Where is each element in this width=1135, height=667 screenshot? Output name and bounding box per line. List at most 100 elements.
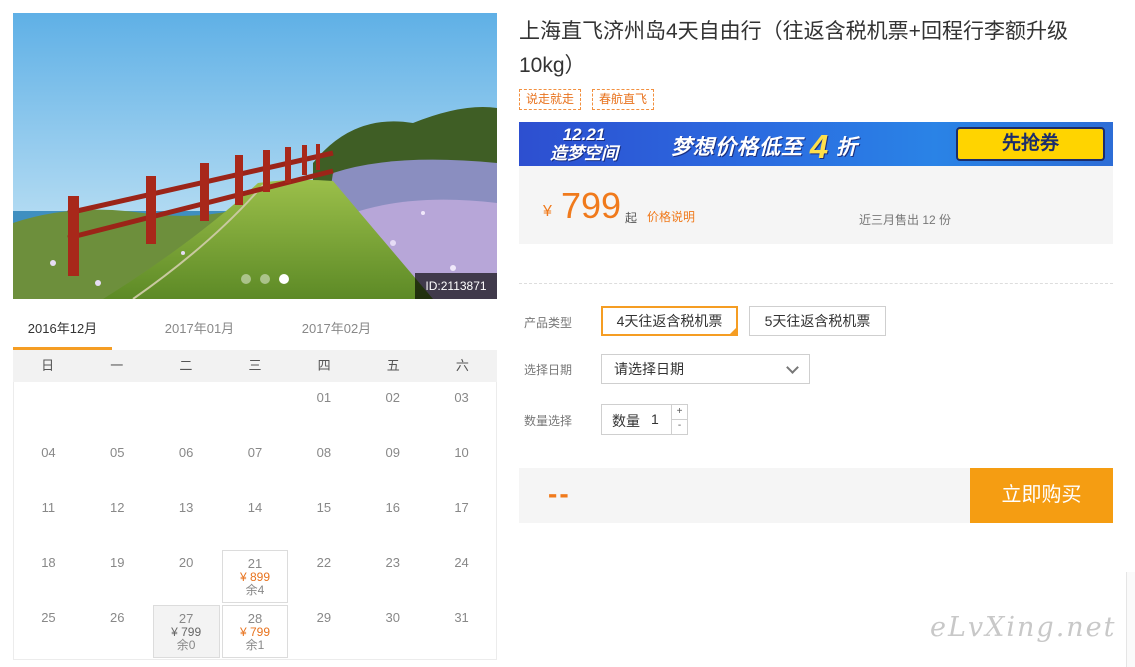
calendar-day-number: 07	[247, 445, 263, 460]
tab-month-3[interactable]: 2017年02月	[287, 312, 386, 350]
calendar-day-number: 29	[316, 610, 332, 625]
grab-coupon-button[interactable]: 先抢券	[956, 127, 1105, 161]
calendar-day-content: 03	[428, 385, 495, 438]
slide-dot-1[interactable]	[241, 274, 251, 284]
calendar-day-stock: 余0	[176, 638, 196, 652]
quantity-value[interactable]: 1	[651, 411, 659, 427]
calendar-day: 06	[152, 439, 221, 494]
calendar-day-content: 14	[222, 495, 289, 548]
product-tag: 说走就走	[519, 89, 582, 110]
currency-symbol: ¥	[543, 203, 552, 220]
product-type-text: 4天往返含税机票	[616, 313, 723, 329]
calendar-day: 20	[152, 549, 221, 604]
calendar-day-content: 25	[15, 605, 82, 658]
date-select[interactable]: 请选择日期	[601, 354, 810, 384]
promo-banner[interactable]: 12.21 造梦空间 梦想价格低至 4 折 先抢券	[519, 122, 1113, 166]
calendar-day-content: 06	[153, 440, 220, 493]
site-watermark: eLvXing.net	[930, 612, 1117, 643]
calendar-day: 11	[14, 494, 83, 549]
calendar-day: 27 ¥ 799 余0	[152, 604, 221, 659]
weekday-label: 日	[41, 358, 55, 373]
calendar-grid: 01 02 03 04 05 06 07 08 09 10 11 12 13 14 15 16 17 18 19 20…	[13, 382, 497, 660]
calendar-day-number: 03	[454, 390, 469, 405]
quantity-decrease-button[interactable]: -	[671, 419, 687, 434]
calendar-day-number: 27	[178, 611, 194, 626]
banner-slogan: 梦想价格低至 4 折	[671, 128, 858, 166]
calendar-day[interactable]: 21 ¥ 899 余4	[221, 549, 290, 604]
calendar-day: 15	[289, 494, 358, 549]
calendar-day: 01	[289, 384, 358, 439]
purchase-bar: -- 立即购买	[519, 468, 1113, 523]
product-type-text: 5天往返含税机票	[764, 313, 871, 329]
calendar-day-content: 26	[84, 605, 151, 658]
banner-slogan-suffix: 折	[836, 136, 859, 159]
calendar-day-number: 15	[316, 500, 332, 515]
calendar-day: 17	[427, 494, 496, 549]
calendar-day-number: 14	[247, 500, 263, 515]
calendar-day-number: 08	[316, 445, 332, 460]
side-panel-edge	[1126, 572, 1135, 667]
calendar-day: 09	[358, 439, 427, 494]
calendar-day-number: 19	[110, 555, 125, 570]
calendar-empty-cell	[83, 384, 152, 439]
calendar-month-tabs: 2016年12月 2017年01月 2017年02月	[13, 312, 497, 350]
calendar-day: 19	[83, 549, 152, 604]
calendar-day-content: 09	[359, 440, 426, 493]
calendar-day-number: 22	[316, 555, 332, 570]
calendar-day: 23	[358, 549, 427, 604]
calendar-day-number: 24	[454, 555, 469, 570]
tab-month-1[interactable]: 2016年12月	[13, 312, 112, 350]
calendar-day-number: 21	[247, 556, 263, 571]
calendar-day-number: 10	[454, 445, 469, 460]
product-title: 上海直飞济州岛4天自由行（往返含税机票+回程行李额升级10kg）	[519, 20, 1068, 77]
product-type-option-5day[interactable]: 5天往返含税机票	[749, 306, 886, 336]
calendar-day-content: 11	[15, 495, 82, 548]
product-type-label: 产品类型	[524, 316, 573, 330]
calendar-day-number: 25	[41, 610, 56, 625]
slide-dot-2[interactable]	[260, 274, 270, 284]
calendar-day-number: 23	[385, 555, 400, 570]
product-type-option-4day[interactable]: 4天往返含税机票 ✓	[601, 306, 738, 336]
calendar-day-content: 23	[359, 550, 426, 603]
banner-logo: 12.21 造梦空间	[543, 125, 625, 163]
price-from-label: 起	[625, 211, 638, 225]
calendar-day: 26	[83, 604, 152, 659]
product-photo[interactable]: ID:2113871	[13, 13, 497, 299]
slide-dot-3[interactable]	[279, 274, 289, 284]
price-panel: ¥ 799 起 价格说明 近三月售出 12 份	[519, 166, 1113, 244]
calendar-day: 03	[427, 384, 496, 439]
calendar-day-content: 17	[428, 495, 495, 548]
calendar-day: 24	[427, 549, 496, 604]
calendar-day-content: 20	[153, 550, 220, 603]
quantity-increase-button[interactable]: +	[671, 405, 687, 420]
calendar-day: 29	[289, 604, 358, 659]
calendar-day-number: 13	[178, 500, 194, 515]
calendar-day-content: 24	[428, 550, 495, 603]
date-select-value: 请选择日期	[614, 361, 684, 377]
calendar-day[interactable]: 28 ¥ 799 余1	[221, 604, 290, 659]
calendar-day: 04	[14, 439, 83, 494]
calendar-day: 12	[83, 494, 152, 549]
calendar-day-content: 21 ¥ 899 余4	[221, 550, 289, 603]
weekday-label: 二	[179, 358, 193, 373]
calendar-day-content: 28 ¥ 799 余1	[221, 605, 289, 658]
calendar-day-number: 02	[385, 390, 400, 405]
quantity-stepper: 数量 1 + -	[601, 404, 688, 435]
buy-now-button[interactable]: 立即购买	[970, 468, 1113, 523]
photo-id-label: ID:2113871	[415, 273, 497, 299]
calendar-day-number: 11	[41, 500, 56, 515]
check-icon: ✓	[729, 319, 736, 328]
tab-month-2[interactable]: 2017年01月	[150, 312, 249, 350]
calendar-day-content: 29	[290, 605, 357, 658]
calendar-day-number: 28	[247, 611, 263, 626]
calendar-day: 25	[14, 604, 83, 659]
slide-indicator	[241, 274, 289, 284]
calendar-day: 14	[221, 494, 290, 549]
calendar-day: 16	[358, 494, 427, 549]
price-explanation-link[interactable]: 价格说明	[647, 208, 695, 225]
calendar-day-content: 10	[428, 440, 495, 493]
weekday-label: 五	[386, 358, 400, 373]
photo-scene	[13, 13, 497, 299]
calendar-day-content: 12	[84, 495, 151, 548]
calendar-day-content: 02	[359, 385, 426, 438]
